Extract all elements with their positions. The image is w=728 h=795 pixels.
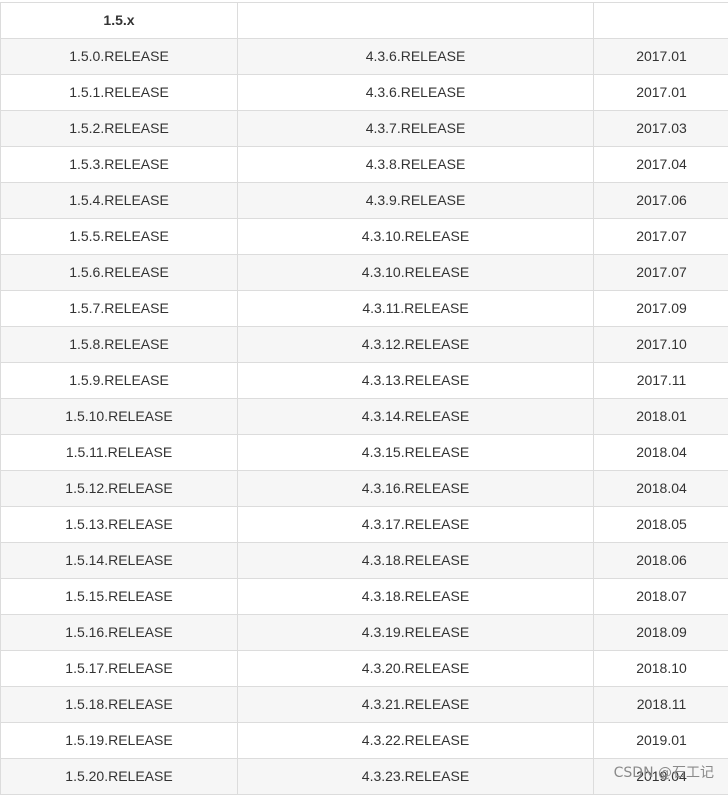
cell-framework-version: 4.3.11.RELEASE	[238, 291, 594, 327]
cell-release-date: 2017.07	[594, 219, 728, 255]
cell-boot-version: 1.5.7.RELEASE	[1, 291, 238, 327]
table-row: 1.5.11.RELEASE4.3.15.RELEASE2018.04	[1, 435, 728, 471]
table-row: 1.5.5.RELEASE4.3.10.RELEASE2017.07	[1, 219, 728, 255]
cell-framework-version: 4.3.23.RELEASE	[238, 759, 594, 795]
cell-boot-version: 1.5.5.RELEASE	[1, 219, 238, 255]
cell-framework-version: 4.3.20.RELEASE	[238, 651, 594, 687]
table-row: 1.5.17.RELEASE4.3.20.RELEASE2018.10	[1, 651, 728, 687]
cell-boot-version: 1.5.17.RELEASE	[1, 651, 238, 687]
cell-boot-version: 1.5.3.RELEASE	[1, 147, 238, 183]
cell-release-date: 2017.10	[594, 327, 728, 363]
cell-framework-version: 4.3.10.RELEASE	[238, 219, 594, 255]
cell-boot-version: 1.5.14.RELEASE	[1, 543, 238, 579]
table-row: 1.5.15.RELEASE4.3.18.RELEASE2018.07	[1, 579, 728, 615]
cell-release-date: 2018.11	[594, 687, 728, 723]
cell-release-date: 2018.06	[594, 543, 728, 579]
cell-release-date: 2019.01	[594, 723, 728, 759]
cell-framework-version: 4.3.8.RELEASE	[238, 147, 594, 183]
cell-framework-version: 4.3.19.RELEASE	[238, 615, 594, 651]
table-row: 1.5.3.RELEASE4.3.8.RELEASE2017.04	[1, 147, 728, 183]
cell-release-date: 2018.05	[594, 507, 728, 543]
cell-release-date: 2017.07	[594, 255, 728, 291]
table-row: 1.5.20.RELEASE4.3.23.RELEASE2019.04	[1, 759, 728, 795]
header-cell-date	[594, 3, 728, 39]
cell-framework-version: 4.3.7.RELEASE	[238, 111, 594, 147]
table-row: 1.5.10.RELEASE4.3.14.RELEASE2018.01	[1, 399, 728, 435]
cell-framework-version: 4.3.12.RELEASE	[238, 327, 594, 363]
table-row: 1.5.2.RELEASE4.3.7.RELEASE2017.03	[1, 111, 728, 147]
cell-release-date: 2018.10	[594, 651, 728, 687]
table-row: 1.5.1.RELEASE4.3.6.RELEASE2017.01	[1, 75, 728, 111]
cell-release-date: 2017.06	[594, 183, 728, 219]
cell-framework-version: 4.3.22.RELEASE	[238, 723, 594, 759]
cell-boot-version: 1.5.19.RELEASE	[1, 723, 238, 759]
table-header-row: 1.5.x	[1, 3, 728, 39]
cell-release-date: 2018.09	[594, 615, 728, 651]
cell-boot-version: 1.5.16.RELEASE	[1, 615, 238, 651]
cell-framework-version: 4.3.21.RELEASE	[238, 687, 594, 723]
cell-release-date: 2017.11	[594, 363, 728, 399]
cell-boot-version: 1.5.18.RELEASE	[1, 687, 238, 723]
cell-release-date: 2018.04	[594, 471, 728, 507]
cell-release-date: 2019.04	[594, 759, 728, 795]
cell-release-date: 2017.09	[594, 291, 728, 327]
table-row: 1.5.13.RELEASE4.3.17.RELEASE2018.05	[1, 507, 728, 543]
table-row: 1.5.7.RELEASE4.3.11.RELEASE2017.09	[1, 291, 728, 327]
cell-boot-version: 1.5.13.RELEASE	[1, 507, 238, 543]
table-body: 1.5.0.RELEASE4.3.6.RELEASE2017.011.5.1.R…	[1, 39, 728, 795]
cell-framework-version: 4.3.10.RELEASE	[238, 255, 594, 291]
cell-framework-version: 4.3.13.RELEASE	[238, 363, 594, 399]
cell-framework-version: 4.3.14.RELEASE	[238, 399, 594, 435]
table-row: 1.5.8.RELEASE4.3.12.RELEASE2017.10	[1, 327, 728, 363]
cell-boot-version: 1.5.1.RELEASE	[1, 75, 238, 111]
cell-release-date: 2018.01	[594, 399, 728, 435]
cell-framework-version: 4.3.6.RELEASE	[238, 39, 594, 75]
table-row: 1.5.16.RELEASE4.3.19.RELEASE2018.09	[1, 615, 728, 651]
table-row: 1.5.9.RELEASE4.3.13.RELEASE2017.11	[1, 363, 728, 399]
cell-framework-version: 4.3.16.RELEASE	[238, 471, 594, 507]
cell-framework-version: 4.3.18.RELEASE	[238, 579, 594, 615]
cell-framework-version: 4.3.6.RELEASE	[238, 75, 594, 111]
table-row: 1.5.12.RELEASE4.3.16.RELEASE2018.04	[1, 471, 728, 507]
cell-release-date: 2017.03	[594, 111, 728, 147]
cell-boot-version: 1.5.6.RELEASE	[1, 255, 238, 291]
table-row: 1.5.14.RELEASE4.3.18.RELEASE2018.06	[1, 543, 728, 579]
cell-boot-version: 1.5.12.RELEASE	[1, 471, 238, 507]
cell-framework-version: 4.3.9.RELEASE	[238, 183, 594, 219]
version-table: 1.5.x 1.5.0.RELEASE4.3.6.RELEASE2017.011…	[0, 2, 728, 795]
cell-boot-version: 1.5.9.RELEASE	[1, 363, 238, 399]
table-row: 1.5.19.RELEASE4.3.22.RELEASE2019.01	[1, 723, 728, 759]
cell-boot-version: 1.5.15.RELEASE	[1, 579, 238, 615]
table-row: 1.5.4.RELEASE4.3.9.RELEASE2017.06	[1, 183, 728, 219]
cell-boot-version: 1.5.4.RELEASE	[1, 183, 238, 219]
cell-boot-version: 1.5.11.RELEASE	[1, 435, 238, 471]
cell-release-date: 2017.04	[594, 147, 728, 183]
cell-framework-version: 4.3.15.RELEASE	[238, 435, 594, 471]
table-row: 1.5.0.RELEASE4.3.6.RELEASE2017.01	[1, 39, 728, 75]
header-cell-version: 1.5.x	[1, 3, 238, 39]
cell-release-date: 2018.04	[594, 435, 728, 471]
cell-release-date: 2018.07	[594, 579, 728, 615]
cell-boot-version: 1.5.20.RELEASE	[1, 759, 238, 795]
cell-boot-version: 1.5.10.RELEASE	[1, 399, 238, 435]
table-row: 1.5.6.RELEASE4.3.10.RELEASE2017.07	[1, 255, 728, 291]
cell-release-date: 2017.01	[594, 39, 728, 75]
cell-framework-version: 4.3.17.RELEASE	[238, 507, 594, 543]
cell-release-date: 2017.01	[594, 75, 728, 111]
cell-boot-version: 1.5.2.RELEASE	[1, 111, 238, 147]
cell-boot-version: 1.5.8.RELEASE	[1, 327, 238, 363]
cell-framework-version: 4.3.18.RELEASE	[238, 543, 594, 579]
header-cell-dependency	[238, 3, 594, 39]
cell-boot-version: 1.5.0.RELEASE	[1, 39, 238, 75]
table-row: 1.5.18.RELEASE4.3.21.RELEASE2018.11	[1, 687, 728, 723]
